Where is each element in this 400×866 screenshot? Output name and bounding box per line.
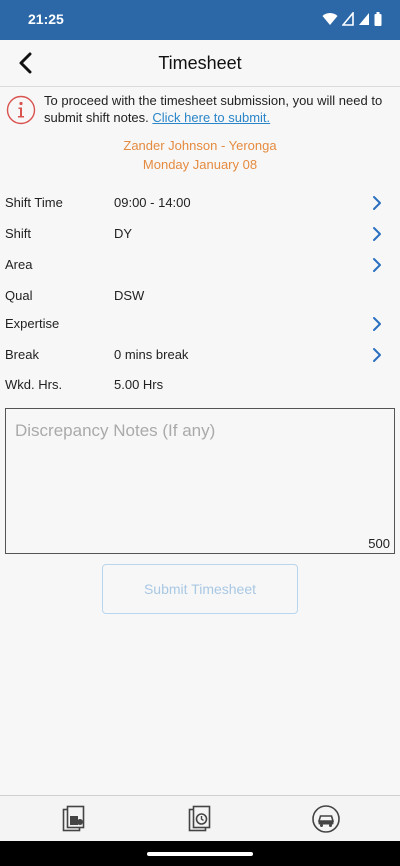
discrepancy-notes-input[interactable]: Discrepancy Notes (If any) 500 <box>5 408 395 554</box>
submit-notes-link[interactable]: Click here to submit. <box>152 110 270 125</box>
detail-row-qual: Qual DSW <box>0 282 400 310</box>
shift-notes-notice: To proceed with the timesheet submission… <box>6 92 396 130</box>
detail-value: 5.00 Hrs <box>114 377 164 392</box>
detail-row-worked-hours: Wkd. Hrs. 5.00 Hrs <box>0 371 400 399</box>
timesheet-clock-icon[interactable] <box>185 804 215 834</box>
detail-value: 09:00 - 14:00 <box>114 195 191 210</box>
signal-icon-2 <box>359 13 369 25</box>
detail-label: Wkd. Hrs. <box>5 377 63 392</box>
header-divider <box>0 86 400 87</box>
detail-label: Break <box>5 347 39 362</box>
notes-placeholder: Discrepancy Notes (If any) <box>15 421 216 440</box>
notice-text: To proceed with the timesheet submission… <box>44 92 394 126</box>
battery-icon <box>374 12 382 26</box>
status-icons <box>322 12 382 26</box>
chevron-right-icon[interactable] <box>370 256 384 274</box>
chevron-right-icon[interactable] <box>370 315 384 333</box>
bottom-nav <box>0 795 400 841</box>
detail-value: DSW <box>114 288 145 303</box>
detail-row-shift-time[interactable]: Shift Time 09:00 - 14:00 <box>0 189 400 217</box>
employee-name: Zander Johnson - Yeronga <box>123 138 277 153</box>
detail-label: Area <box>5 257 33 272</box>
signal-icon <box>342 12 354 26</box>
detail-row-break[interactable]: Break 0 mins break <box>0 341 400 369</box>
status-bar: 21:25 <box>0 0 400 40</box>
chevron-right-icon[interactable] <box>370 225 384 243</box>
wifi-icon <box>322 13 338 25</box>
documents-icon[interactable] <box>60 804 90 834</box>
page-title: Timesheet <box>158 53 242 73</box>
chevron-right-icon[interactable] <box>370 346 384 364</box>
detail-row-area[interactable]: Area <box>0 251 400 279</box>
chevron-right-icon[interactable] <box>370 194 384 212</box>
detail-label: Qual <box>5 288 33 303</box>
detail-label: Expertise <box>5 316 60 331</box>
detail-label: Shift Time <box>5 195 63 210</box>
detail-value: 0 mins break <box>114 347 189 362</box>
detail-label: Shift <box>5 226 32 241</box>
app-header: Timesheet <box>0 40 400 86</box>
submit-timesheet-button[interactable]: Submit Timesheet <box>102 564 298 614</box>
system-navigation-bar <box>0 841 400 866</box>
home-indicator[interactable] <box>147 852 253 856</box>
car-icon[interactable] <box>311 804 341 834</box>
detail-row-expertise[interactable]: Expertise <box>0 310 400 338</box>
notes-character-counter: 500 <box>368 536 390 551</box>
info-icon <box>6 95 36 125</box>
detail-value: DY <box>114 226 133 241</box>
detail-row-shift[interactable]: Shift DY <box>0 220 400 248</box>
shift-date: Monday January 08 <box>142 157 258 172</box>
status-time: 21:25 <box>28 11 64 27</box>
